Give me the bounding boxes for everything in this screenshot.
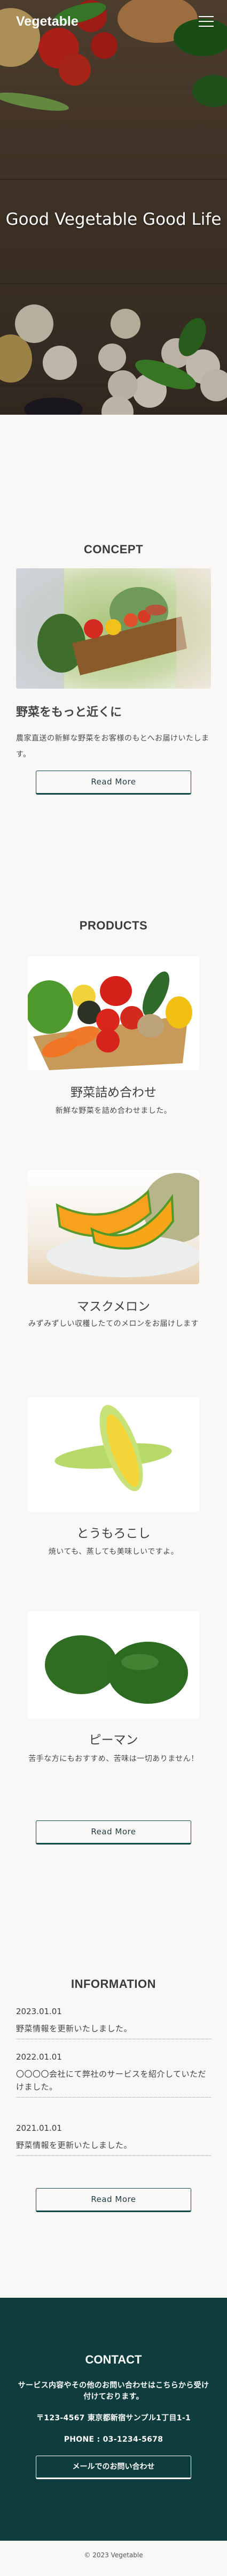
info-date: 2023.01.01	[16, 2007, 62, 2016]
product-image-green-pepper	[28, 1611, 199, 1719]
product-description: みずみずしい収穫したてのメロンをお届けします	[28, 1320, 199, 1328]
products-heading: PRODUCTS	[79, 919, 148, 932]
hero-background-image	[0, 0, 227, 415]
contact-heading: CONTACT	[85, 2353, 142, 2366]
info-text[interactable]: 〇〇〇〇会社にて弊社のサービスを紹介していただけました。	[16, 2068, 211, 2093]
product-title: マスクメロン	[76, 1300, 151, 1314]
info-text[interactable]: 野菜情報を更新いたしました。	[16, 2022, 211, 2035]
information-heading: INFORMATION	[71, 1977, 156, 1991]
info-divider	[16, 2155, 211, 2156]
concept-image	[16, 568, 211, 689]
hero-section: Vegetable Good Vegetable Good Life	[0, 0, 227, 415]
contact-phone: PHONE : 03-1234-5678	[64, 2435, 163, 2444]
hamburger-menu-icon[interactable]	[199, 16, 214, 27]
concept-subheading: 野菜をもっと近くに	[16, 706, 122, 719]
product-description: 焼いても、蒸しても美味しいですよ。	[48, 1548, 179, 1556]
concept-read-more-button[interactable]: Read More	[36, 771, 191, 795]
concept-heading: CONCEPT	[83, 543, 144, 556]
mail-contact-button[interactable]: メールでのお問い合わせ	[36, 2456, 191, 2479]
information-read-more-button[interactable]: Read More	[36, 2188, 191, 2212]
footer-copyright: © 2023 Vegetable	[84, 2551, 143, 2559]
info-divider	[16, 2097, 211, 2098]
contact-text: サービス内容やその他のお問い合わせはこちらから受け付けております。	[18, 2381, 209, 2401]
product-title: とうもろこし	[76, 1527, 151, 1541]
info-date: 2021.01.01	[16, 2123, 62, 2133]
concept-text: 農家直送の新鮮な野菜をお客様のもとへお届けいたします。	[16, 734, 209, 759]
product-description: 苦手な方にもおすすめ、苦味は一切ありません！	[28, 1755, 199, 1763]
products-read-more-button[interactable]: Read More	[36, 1820, 191, 1845]
info-text[interactable]: 野菜情報を更新いたしました。	[16, 2139, 211, 2152]
site-logo[interactable]: Vegetable	[16, 14, 79, 29]
hero-title: Good Vegetable Good Life	[5, 210, 222, 229]
product-image-corn	[28, 1397, 199, 1512]
product-image-vegetable-set	[28, 956, 199, 1070]
product-image-melon	[28, 1170, 199, 1284]
contact-address: 〒123-4567 東京都新宿サンプル1丁目1-1	[36, 2414, 191, 2422]
product-title: 野菜詰め合わせ	[71, 1086, 156, 1100]
info-date: 2022.01.01	[16, 2052, 62, 2062]
product-title: ピーマン	[89, 1733, 138, 1747]
product-description: 新鮮な野菜を詰め合わせました。	[55, 1107, 172, 1115]
contact-section: CONTACT サービス内容やその他のお問い合わせはこちらから受け付けております…	[0, 2298, 227, 2541]
